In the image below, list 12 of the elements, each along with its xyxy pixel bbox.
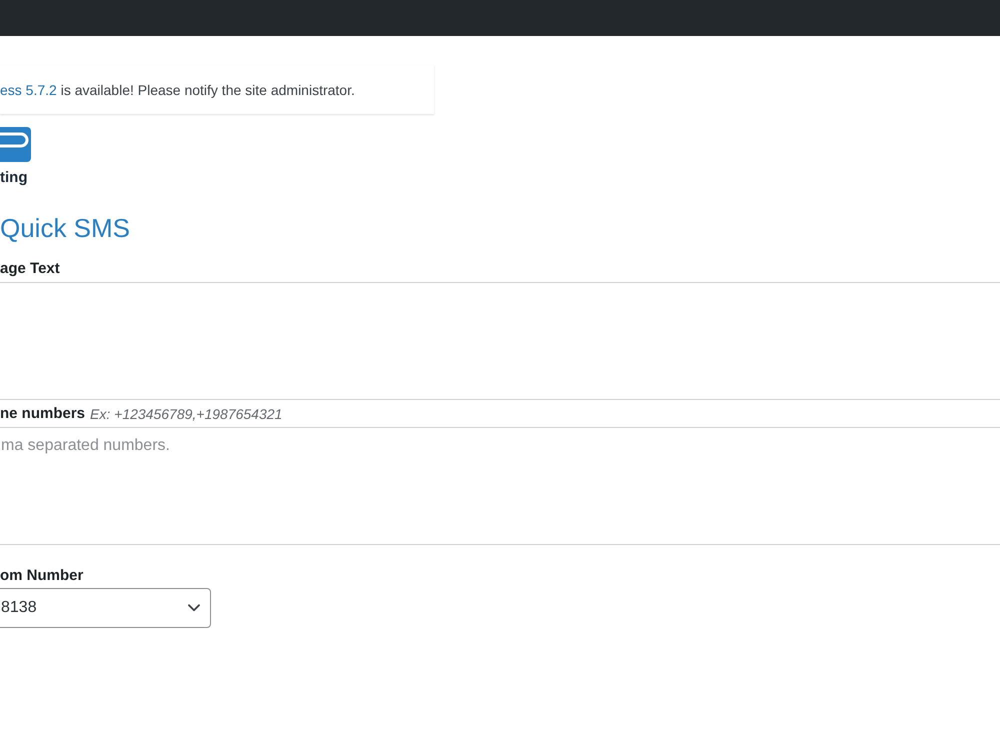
- field-hint: Ex: +123456789,+1987654321: [90, 404, 282, 424]
- update-link[interactable]: ess 5.7.2: [0, 82, 57, 98]
- field-label: om Number: [0, 566, 84, 586]
- textarea-field[interactable]: ma separated numbers.: [0, 427, 1000, 545]
- field-label: age Text: [0, 259, 60, 279]
- update-notice: ess 5.7.2 is available! Please notify the site administrator.: [0, 80, 355, 100]
- chevron-down-icon: [188, 604, 200, 612]
- textarea-field[interactable]: [0, 282, 1000, 400]
- logo-text: ting: [0, 168, 28, 188]
- number-select[interactable]: 8138: [0, 588, 211, 628]
- field-label: ne numbers: [0, 404, 86, 424]
- page-title: Quick SMS: [0, 212, 130, 244]
